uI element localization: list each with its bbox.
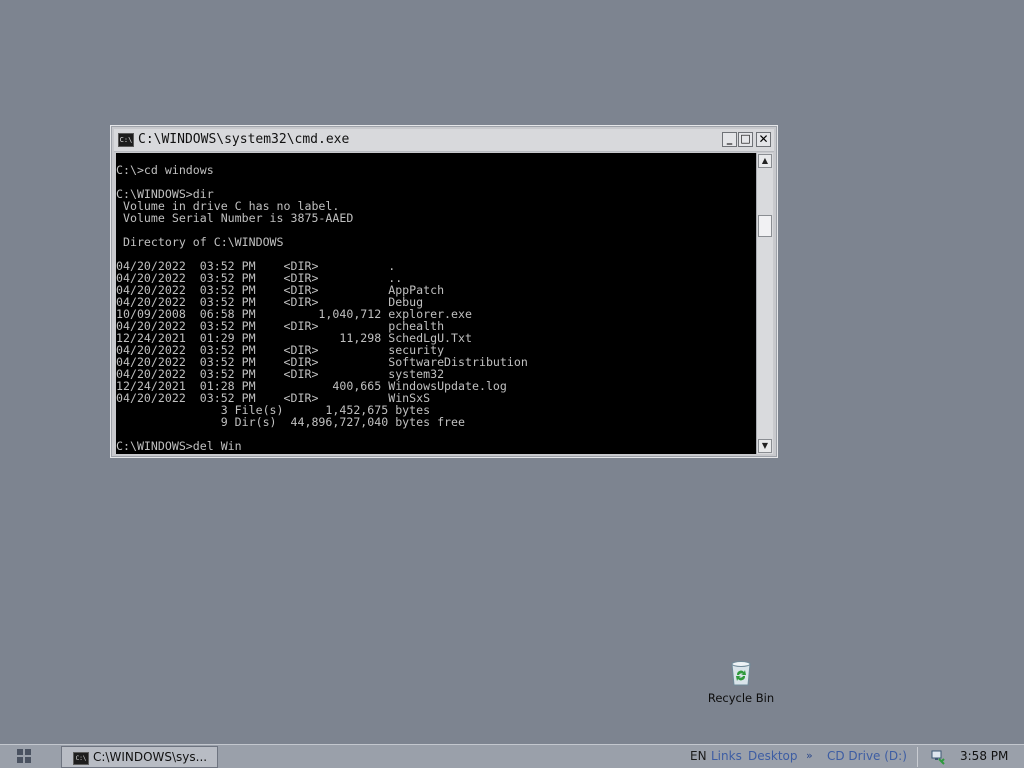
console-line: C:\WINDOWS>del Win [116, 439, 242, 453]
clock[interactable]: 3:58 PM [960, 749, 1008, 763]
language-indicator[interactable]: EN [690, 749, 707, 763]
cmd-icon: C:\ [73, 752, 89, 765]
window-title: C:\WINDOWS\system32\cmd.exe [138, 132, 350, 147]
taskbar-button-cmd[interactable]: C:\ C:\WINDOWS\sys... [61, 746, 218, 768]
cd-drive-toolbar[interactable]: CD Drive (D:) [827, 749, 907, 763]
recycle-bin[interactable]: Recycle Bin [696, 656, 786, 705]
taskbar: C:\ C:\WINDOWS\sys... EN Links Desktop »… [0, 744, 1024, 768]
recycle-bin-icon[interactable] [725, 656, 757, 688]
console-line: C:\>cd windows [116, 163, 214, 177]
scroll-down-icon[interactable]: ▼ [758, 439, 772, 453]
cmd-window[interactable]: C:\ C:\WINDOWS\system32\cmd.exe _ □ ✕ C:… [110, 125, 778, 458]
network-icon[interactable] [930, 749, 946, 765]
console-line: Volume Serial Number is 3875-AAED [116, 211, 354, 225]
scroll-thumb[interactable] [758, 215, 772, 237]
tray-divider [917, 747, 918, 767]
console-line: 9 Dir(s) 44,896,727,040 bytes free [116, 415, 466, 429]
vertical-scrollbar[interactable]: ▲ ▼ [756, 153, 773, 454]
toolbar-chevron-icon[interactable]: » [806, 749, 813, 762]
console-output[interactable]: C:\>cd windows C:\WINDOWS>dir Volume in d… [116, 153, 756, 454]
close-button[interactable]: ✕ [756, 132, 771, 147]
console-line: Directory of C:\WINDOWS [116, 235, 284, 249]
recycle-bin-label: Recycle Bin [707, 691, 775, 705]
title-bar[interactable]: C:\ C:\WINDOWS\system32\cmd.exe _ □ ✕ [114, 129, 774, 152]
taskbar-button-label: C:\WINDOWS\sys... [93, 750, 208, 764]
scroll-up-icon[interactable]: ▲ [758, 154, 772, 168]
start-icon[interactable] [17, 749, 35, 765]
desktop-toolbar[interactable]: Desktop [748, 749, 798, 763]
links-toolbar[interactable]: Links [711, 749, 742, 763]
maximize-button[interactable]: □ [738, 132, 753, 147]
cmd-icon[interactable]: C:\ [118, 133, 134, 147]
minimize-button[interactable]: _ [722, 132, 737, 147]
